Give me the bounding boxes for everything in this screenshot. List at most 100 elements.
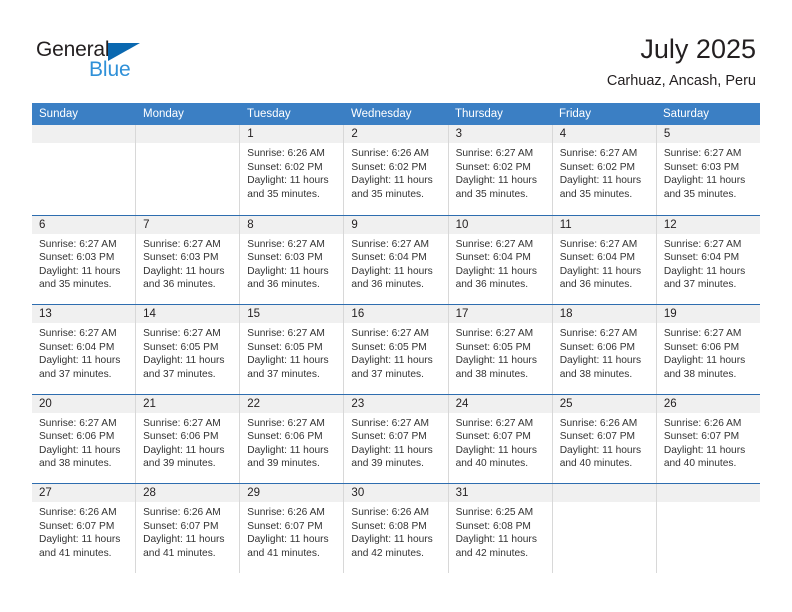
sunrise-text: Sunrise: 6:27 AM — [559, 148, 638, 159]
day-cell[interactable]: 27 Sunrise: 6:26 AM Sunset: 6:07 PM Dayligh… — [32, 484, 137, 573]
sunset-text: Sunset: 6:07 PM — [247, 520, 323, 532]
day-info: Sunrise: 6:27 AM Sunset: 6:07 PM Daylight:… — [449, 413, 552, 471]
day-cell[interactable]: 3 Sunrise: 6:27 AM Sunset: 6:02 PM Daylight… — [449, 125, 553, 215]
day-cell[interactable]: 31 Sunrise: 6:25 AM Sunset: 6:08 PM Dayligh… — [449, 484, 553, 573]
sunrise-text: Sunrise: 6:26 AM — [39, 507, 117, 518]
daylight-text: Daylight: 11 hours and 36 minutes. — [455, 265, 537, 291]
day-cell[interactable]: 28 Sunrise: 6:26 AM Sunset: 6:07 PM Dayligh… — [136, 484, 241, 573]
day-cell[interactable]: 18 Sunrise: 6:27 AM Sunset: 6:06 PM Dayligh… — [553, 305, 657, 394]
daylight-text: Daylight: 11 hours and 37 minutes. — [247, 355, 329, 380]
day-number: 21 — [143, 397, 156, 410]
day-info: Sunrise: 6:26 AM Sunset: 6:07 PM Daylight:… — [32, 502, 135, 560]
day-cell[interactable]: 2 Sunrise: 6:26 AM Sunset: 6:02 PM Daylight… — [344, 125, 449, 215]
day-info: Sunrise: 6:27 AM Sunset: 6:04 PM Daylight:… — [657, 234, 760, 292]
day-cell[interactable]: 20 Sunrise: 6:27 AM Sunset: 6:06 PM Dayligh… — [32, 394, 137, 483]
day-cell[interactable]: 24 Sunrise: 6:27 AM Sunset: 6:07 PM Dayligh… — [449, 394, 553, 483]
day-cell[interactable]: 30 Sunrise: 6:26 AM Sunset: 6:08 PM Dayligh… — [344, 484, 449, 573]
day-cell[interactable]: 22 Sunrise: 6:27 AM Sunset: 6:06 PM Dayligh… — [240, 394, 345, 483]
day-cell-empty — [657, 484, 760, 573]
sunrise-text: Sunrise: 6:27 AM — [143, 328, 221, 339]
day-number — [32, 125, 135, 143]
general-blue-logo[interactable]: General Blue — [36, 38, 166, 84]
day-number: 23 — [351, 397, 365, 410]
daylight-text: Daylight: 11 hours and 36 minutes. — [247, 265, 329, 291]
sunrise-text: Sunrise: 6:26 AM — [351, 148, 430, 159]
sunrise-text: Sunrise: 6:26 AM — [247, 507, 325, 518]
weekday-header-tuesday: Tuesday — [247, 108, 291, 120]
sunset-text: Sunset: 6:03 PM — [143, 252, 219, 264]
day-cell[interactable]: 10 Sunrise: 6:27 AM Sunset: 6:04 PM Dayligh… — [449, 215, 553, 304]
calendar-week-row: 13 Sunrise: 6:27 AM Sunset: 6:04 PM Dayligh… — [32, 304, 760, 394]
day-cell[interactable]: 13 Sunrise: 6:27 AM Sunset: 6:04 PM Dayligh… — [32, 305, 137, 394]
sunrise-text: Sunrise: 6:26 AM — [143, 507, 221, 518]
page-title: July 2025 — [640, 34, 756, 64]
day-cell[interactable]: 9 Sunrise: 6:27 AM Sunset: 6:04 PM Daylight… — [344, 215, 449, 304]
sunset-text: Sunset: 6:06 PM — [143, 431, 219, 443]
day-cell[interactable]: 29 Sunrise: 6:26 AM Sunset: 6:07 PM Dayligh… — [240, 484, 345, 573]
day-cell[interactable]: 21 Sunrise: 6:27 AM Sunset: 6:06 PM Dayligh… — [136, 394, 241, 483]
day-cell[interactable]: 4 Sunrise: 6:27 AM Sunset: 6:02 PM Daylight… — [553, 125, 657, 215]
day-cell-empty — [553, 484, 657, 573]
day-number — [136, 125, 239, 143]
sunset-text: Sunset: 6:03 PM — [39, 252, 115, 264]
day-number: 18 — [559, 308, 573, 320]
day-info: Sunrise: 6:27 AM Sunset: 6:06 PM Daylight:… — [657, 323, 760, 381]
sunrise-text: Sunrise: 6:27 AM — [351, 328, 430, 339]
day-info: Sunrise: 6:27 AM Sunset: 6:04 PM Daylight:… — [449, 234, 552, 292]
day-cell[interactable]: 7 Sunrise: 6:27 AM Sunset: 6:03 PM Daylight… — [136, 215, 241, 304]
day-info: Sunrise: 6:27 AM Sunset: 6:03 PM Daylight:… — [240, 234, 343, 292]
day-info: Sunrise: 6:25 AM Sunset: 6:08 PM Daylight:… — [449, 502, 552, 560]
day-cell[interactable]: 17 Sunrise: 6:27 AM Sunset: 6:05 PM Dayligh… — [449, 305, 553, 394]
day-cell[interactable]: 26 Sunrise: 6:26 AM Sunset: 6:07 PM Dayligh… — [657, 395, 760, 484]
day-info: Sunrise: 6:27 AM Sunset: 6:04 PM Daylight:… — [344, 234, 447, 292]
day-cell[interactable]: 8 Sunrise: 6:27 AM Sunset: 6:03 PM Daylight… — [240, 215, 345, 304]
sunrise-text: Sunrise: 6:27 AM — [455, 148, 534, 159]
calendar-week-row: 1 Sunrise: 6:26 AM Sunset: 6:02 PM Daylight… — [32, 125, 760, 215]
daylight-text: Daylight: 11 hours and 40 minutes. — [663, 444, 746, 470]
sunset-text: Sunset: 6:05 PM — [351, 341, 427, 353]
daylight-text: Daylight: 11 hours and 42 minutes. — [351, 534, 433, 559]
day-cell[interactable]: 15 Sunrise: 6:27 AM Sunset: 6:05 PM Dayligh… — [240, 305, 345, 394]
day-cell[interactable]: 25 Sunrise: 6:26 AM Sunset: 6:07 PM Dayligh… — [553, 394, 657, 483]
day-info: Sunrise: 6:26 AM Sunset: 6:07 PM Daylight:… — [553, 413, 656, 471]
day-info: Sunrise: 6:26 AM Sunset: 6:07 PM Daylight:… — [657, 413, 760, 471]
sunrise-text: Sunrise: 6:25 AM — [455, 507, 534, 518]
weekday-header-wednesday: Wednesday — [351, 108, 412, 120]
sunrise-text: Sunrise: 6:27 AM — [247, 417, 325, 429]
sunset-text: Sunset: 6:07 PM — [559, 431, 636, 443]
day-cell[interactable]: 1 Sunrise: 6:26 AM Sunset: 6:02 PM Daylight… — [240, 125, 345, 215]
day-cell-empty — [136, 125, 241, 215]
day-info: Sunrise: 6:27 AM Sunset: 6:03 PM Daylight:… — [136, 234, 239, 292]
daylight-text: Daylight: 11 hours and 39 minutes. — [351, 444, 433, 470]
day-number: 16 — [351, 308, 365, 320]
day-number: 10 — [455, 218, 469, 231]
sunrise-text: Sunrise: 6:27 AM — [351, 238, 430, 250]
day-number: 8 — [247, 218, 254, 231]
day-cell[interactable]: 14 Sunrise: 6:27 AM Sunset: 6:05 PM Dayligh… — [136, 305, 241, 394]
daylight-text: Daylight: 11 hours and 37 minutes. — [351, 355, 433, 380]
day-number: 7 — [143, 218, 150, 231]
day-cell-empty — [32, 125, 137, 215]
calendar-page: General Blue July 2025 Carhuaz, Ancash, … — [0, 0, 792, 612]
day-info: Sunrise: 6:27 AM Sunset: 6:07 PM Daylight:… — [344, 413, 447, 471]
day-number: 27 — [39, 487, 52, 499]
day-cell[interactable]: 19 Sunrise: 6:27 AM Sunset: 6:06 PM Dayligh… — [657, 305, 760, 394]
day-cell[interactable]: 5 Sunrise: 6:27 AM Sunset: 6:03 PM Daylight… — [657, 125, 760, 215]
daylight-text: Daylight: 11 hours and 35 minutes. — [351, 175, 433, 200]
sunrise-text: Sunrise: 6:27 AM — [143, 417, 221, 429]
calendar-week-row: 6 Sunrise: 6:27 AM Sunset: 6:03 PM Daylight… — [32, 214, 760, 305]
day-info: Sunrise: 6:27 AM Sunset: 6:05 PM Daylight:… — [344, 323, 447, 381]
sunrise-text: Sunrise: 6:27 AM — [39, 417, 117, 429]
sunrise-text: Sunrise: 6:27 AM — [143, 238, 221, 250]
sunset-text: Sunset: 6:07 PM — [455, 431, 531, 443]
day-cell[interactable]: 6 Sunrise: 6:27 AM Sunset: 6:03 PM Daylight… — [32, 215, 137, 304]
day-cell[interactable]: 11 Sunrise: 6:27 AM Sunset: 6:04 PM Dayligh… — [553, 215, 657, 304]
day-info: Sunrise: 6:26 AM Sunset: 6:07 PM Daylight:… — [240, 502, 343, 560]
day-cell[interactable]: 23 Sunrise: 6:27 AM Sunset: 6:07 PM Dayligh… — [344, 394, 449, 483]
sunrise-text: Sunrise: 6:27 AM — [559, 238, 638, 250]
day-number: 1 — [247, 128, 254, 140]
sunset-text: Sunset: 6:07 PM — [351, 431, 427, 443]
daylight-text: Daylight: 11 hours and 41 minutes. — [39, 534, 121, 559]
day-cell[interactable]: 16 Sunrise: 6:27 AM Sunset: 6:05 PM Dayligh… — [344, 305, 449, 394]
day-cell[interactable]: 12 Sunrise: 6:27 AM Sunset: 6:04 PM Dayligh… — [657, 216, 760, 305]
